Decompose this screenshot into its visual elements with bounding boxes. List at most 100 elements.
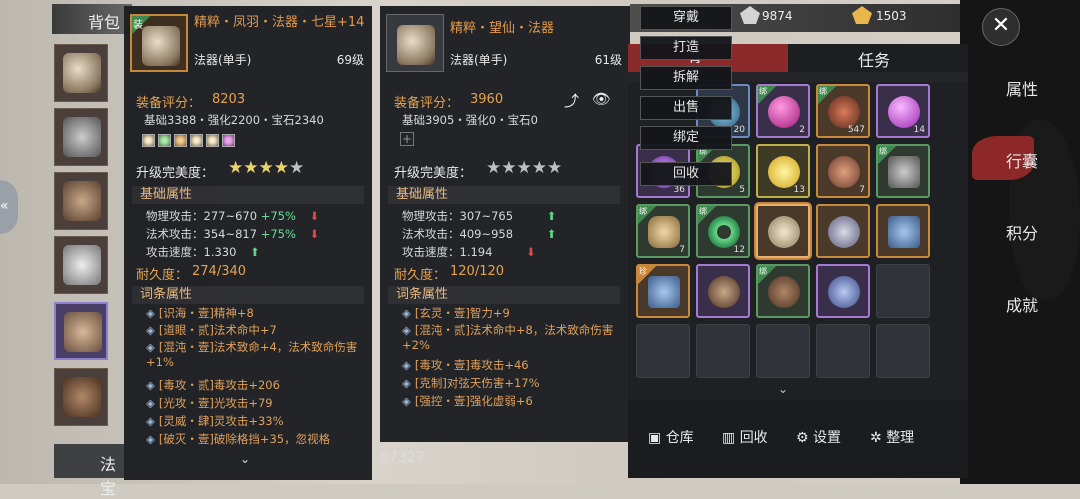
sell-button[interactable]: 出售	[640, 96, 732, 120]
bag-item[interactable]: 绑 547	[816, 84, 870, 138]
bag-item[interactable]: 13	[756, 144, 810, 198]
close-button[interactable]: ✕	[982, 8, 1020, 46]
item-count: 20	[733, 125, 745, 135]
sort-label: 整理	[886, 430, 915, 446]
nav-achievements[interactable]: 成就	[992, 292, 1052, 316]
nav-bag[interactable]: 行囊	[992, 148, 1052, 172]
star-icon: ★	[258, 158, 274, 178]
bag-item[interactable]	[876, 204, 930, 258]
bag-item[interactable]: 绑2	[756, 84, 810, 138]
bag-slot-empty[interactable]	[876, 324, 930, 378]
bag-item[interactable]	[696, 264, 750, 318]
bag-slot-empty[interactable]	[876, 264, 930, 318]
bind-button[interactable]: 绑定	[640, 126, 732, 150]
bag-item-selected[interactable]	[756, 204, 810, 258]
phoenix-charm-icon	[768, 216, 800, 248]
boots-icon	[63, 377, 101, 417]
affix-line: ◈ [光攻・壹]光攻击+79	[146, 396, 273, 410]
gem-add-slot[interactable]: +	[400, 132, 414, 146]
warehouse-button[interactable]: ▣ 仓库	[648, 427, 694, 447]
gem-row	[142, 132, 238, 151]
bag-item[interactable]: 绑7	[636, 204, 690, 258]
equip-slot-robe[interactable]	[54, 302, 108, 360]
chest-icon: ▣	[648, 430, 662, 446]
dismantle-button[interactable]: 拆解	[640, 66, 732, 90]
score-label: 装备评分：	[394, 96, 460, 111]
bottom-number: 87327	[380, 450, 425, 466]
scroll-more-icon[interactable]: ⌄	[240, 452, 250, 466]
item-count: 13	[793, 185, 805, 195]
bag-item[interactable]: 绑 12	[696, 204, 750, 258]
scroll-down-icon[interactable]: ⌄	[778, 382, 788, 396]
star-icon: ★	[501, 158, 517, 178]
gear-icon: ⚙	[796, 430, 809, 446]
bag-item[interactable]: 14	[876, 84, 930, 138]
nav-points[interactable]: 积分	[992, 220, 1052, 244]
star-icon: ★	[289, 158, 305, 178]
share-icon[interactable]: ⤴	[564, 90, 579, 111]
task-tab[interactable]: 任务	[788, 44, 968, 72]
upgrade-stars: ★★★★★	[486, 158, 562, 178]
affix-header: 词条属性	[132, 286, 364, 304]
item-type: 法器(单手)	[450, 53, 508, 67]
bracelet-icon	[828, 216, 860, 248]
stat-name: 法术攻击：	[402, 227, 460, 241]
phoenix-charm-icon	[63, 53, 101, 93]
bag-slot-empty[interactable]	[696, 324, 750, 378]
settings-label: 设置	[813, 430, 842, 446]
bag-item[interactable]: 珍	[636, 264, 690, 318]
bag-slot-empty[interactable]	[756, 324, 810, 378]
phoenix-charm-icon	[142, 26, 180, 66]
bag-item[interactable]	[816, 204, 870, 258]
stat-name: 攻击速度：	[146, 245, 204, 259]
stat-name: 法术攻击：	[146, 227, 204, 241]
bag-item[interactable]: 绑	[756, 264, 810, 318]
durability-value: 274/340	[192, 264, 247, 279]
nav-attributes[interactable]: 属性	[992, 76, 1052, 100]
recycle-button[interactable]: ▥ 回收	[722, 427, 768, 447]
star-icon: ★	[228, 158, 244, 178]
base-attr-header: 基础属性	[132, 186, 364, 204]
equip-slot-boots[interactable]	[54, 368, 108, 426]
recycle-item-button[interactable]: 回收	[640, 162, 732, 186]
compare-item-slot	[386, 14, 444, 72]
equip-slot-head[interactable]	[54, 108, 108, 166]
forge-button[interactable]: 打造	[640, 36, 732, 60]
item-title: 精粹・望仙・法器	[450, 21, 555, 36]
bag-item[interactable]: 绑	[876, 144, 930, 198]
bottom-left-tab[interactable]: 法宝	[54, 444, 124, 498]
helmet-icon	[63, 117, 101, 157]
bag-slot-empty[interactable]	[636, 324, 690, 378]
jade-ring-icon	[708, 216, 740, 248]
stat-value: 409~958	[459, 227, 514, 241]
gem-icon	[158, 134, 171, 147]
bag-item[interactable]: 7	[816, 144, 870, 198]
item-type: 法器(单手)	[194, 53, 252, 67]
arrow-up-icon: ⬆	[250, 245, 260, 259]
eye-icon[interactable]: 👁	[592, 90, 611, 108]
bag-item[interactable]	[816, 264, 870, 318]
upgrade-label: 升级完美度：	[394, 166, 473, 181]
orb-icon	[888, 96, 920, 128]
stat-attack-speed: 攻击速度：1.330 ⬆	[146, 244, 260, 260]
stat-bonus: +75%	[260, 209, 296, 223]
affix-line: ◈ [混沌・壹]法术致命+4，法术致命伤害+1%	[146, 340, 358, 369]
stat-phys-attack: 物理攻击：307~765 ⬆	[402, 208, 556, 224]
equip-slot-belt[interactable]	[54, 236, 108, 294]
arrow-up-icon: ⬆	[546, 227, 557, 241]
wear-button[interactable]: 穿戴	[640, 6, 732, 30]
sort-button[interactable]: ✲ 整理	[870, 427, 914, 447]
gem-ore-icon	[828, 156, 860, 188]
arrow-down-icon: ⬇	[309, 227, 320, 241]
score-breakdown: 基础3905・强化0・宝石0	[402, 113, 538, 127]
stat-value: 1.330	[203, 245, 237, 259]
settings-button[interactable]: ⚙ 设置	[796, 427, 841, 447]
bag-slot-empty[interactable]	[816, 324, 870, 378]
equip-slot-accessory[interactable]	[54, 44, 108, 102]
gem-icon	[190, 134, 203, 147]
equip-slot-shoulder[interactable]	[54, 172, 108, 230]
affix-line: ◈ [道眼・贰]法术命中+7	[146, 323, 277, 337]
stat-magic-attack: 法术攻击：409~958 ⬆	[402, 226, 556, 242]
star-icon: ★	[547, 158, 563, 178]
score-label: 装备评分：	[136, 96, 202, 111]
